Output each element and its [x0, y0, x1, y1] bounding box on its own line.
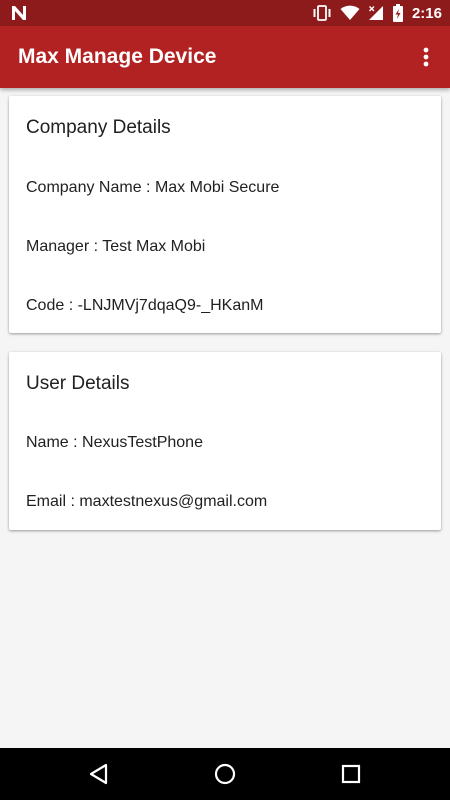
company-code-text: Code : -LNJMVj7dqaQ9-_HKanM [26, 297, 264, 314]
wifi-icon [340, 5, 360, 20]
user-email-text: Email : maxtestnexus@gmail.com [26, 493, 268, 510]
user-name-text: Name : NexusTestPhone [26, 434, 203, 451]
battery-charging-icon [392, 4, 403, 22]
status-bar: 2:16 [0, 0, 450, 26]
more-vert-icon[interactable] [412, 43, 440, 71]
home-icon[interactable] [212, 761, 238, 787]
vibrate-icon [313, 5, 331, 21]
user-details-card: User Details Name : NexusTestPhone Email… [9, 352, 441, 530]
signal-icon [368, 6, 383, 20]
status-time: 2:16 [411, 4, 442, 22]
company-name-text: Company Name : Max Mobi Secure [26, 179, 280, 196]
company-details-card: Company Details Company Name : Max Mobi … [9, 96, 441, 333]
app-title: Max Manage Device [18, 45, 217, 68]
app-bar: Max Manage Device [0, 26, 450, 88]
back-icon[interactable] [86, 761, 112, 787]
user-details-heading: User Details [26, 373, 130, 394]
navigation-bar [0, 748, 450, 800]
company-details-heading: Company Details [26, 117, 171, 138]
recents-icon[interactable] [338, 761, 364, 787]
nougat-n-icon [12, 6, 26, 20]
manager-text: Manager : Test Max Mobi [26, 238, 206, 255]
